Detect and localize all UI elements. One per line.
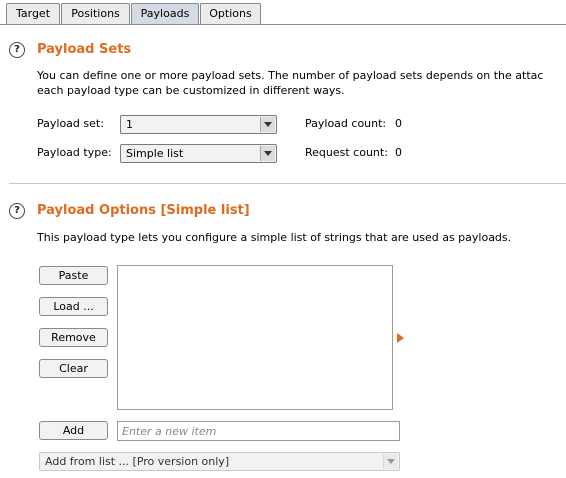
payload-count-value: 0 — [395, 117, 402, 130]
section-divider — [9, 183, 566, 184]
request-count-value: 0 — [395, 146, 402, 159]
payload-set-label: Payload set: — [37, 117, 104, 130]
request-count-label: Request count: — [305, 146, 388, 159]
new-item-input[interactable] — [117, 421, 400, 441]
payload-sets-title: Payload Sets — [37, 42, 132, 57]
payload-sets-description-line2: each payload type can be customized in d… — [37, 84, 345, 97]
payload-type-select[interactable]: Simple list — [120, 144, 277, 163]
add-button[interactable]: Add — [39, 421, 108, 440]
paste-button[interactable]: Paste — [39, 266, 108, 285]
help-icon[interactable]: ? — [9, 203, 25, 219]
add-from-list-select[interactable]: Add from list ... [Pro version only] — [39, 452, 400, 471]
chevron-down-icon — [260, 117, 275, 132]
tab-bar: Target Positions Payloads Options — [0, 0, 566, 25]
add-from-list-value: Add from list ... [Pro version only] — [45, 455, 230, 468]
tab-underline — [0, 24, 566, 25]
tab-payloads[interactable]: Payloads — [131, 3, 199, 24]
help-icon[interactable]: ? — [9, 42, 25, 58]
payload-options-title: Payload Options [Simple list] — [37, 203, 250, 218]
chevron-down-icon — [383, 454, 398, 469]
tab-positions[interactable]: Positions — [61, 3, 130, 24]
payload-set-value: 1 — [126, 118, 133, 131]
payload-count-label: Payload count: — [305, 117, 387, 130]
chevron-down-icon — [260, 146, 275, 161]
expand-arrow-icon[interactable] — [397, 333, 404, 343]
clear-button[interactable]: Clear — [39, 359, 108, 378]
tab-options[interactable]: Options — [200, 3, 261, 24]
load-button[interactable]: Load ... — [39, 297, 108, 316]
payload-set-select[interactable]: 1 — [120, 115, 277, 134]
tab-target[interactable]: Target — [6, 3, 60, 24]
payload-type-value: Simple list — [126, 147, 184, 160]
payload-options-description: This payload type lets you configure a s… — [37, 231, 512, 244]
payload-sets-description-line1: You can define one or more payload sets.… — [37, 69, 544, 82]
payload-list[interactable] — [117, 265, 393, 410]
payload-type-label: Payload type: — [37, 146, 112, 159]
remove-button[interactable]: Remove — [39, 328, 108, 347]
